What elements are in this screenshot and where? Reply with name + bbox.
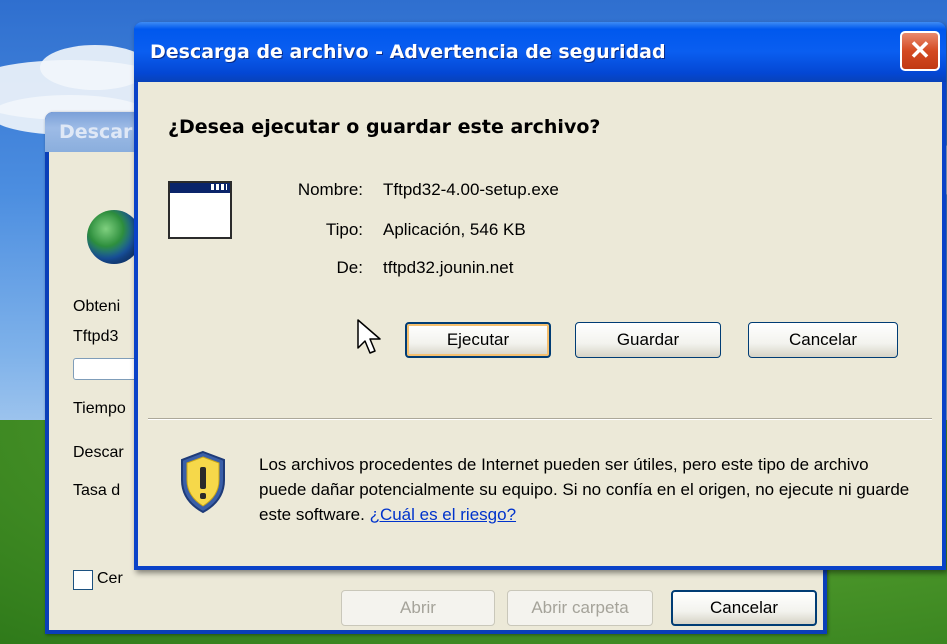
warning-message: Los archivos procedentes de Internet pue… (259, 455, 910, 524)
file-name-label: Nombre: (297, 180, 363, 199)
security-warning-text: Los archivos procedentes de Internet pue… (259, 452, 919, 527)
close-when-done-label: Cer (97, 570, 123, 587)
application-icon (168, 181, 232, 239)
open-button[interactable]: Abrir (341, 590, 495, 626)
close-when-done-checkbox[interactable] (73, 570, 93, 590)
mouse-cursor-icon (357, 319, 381, 354)
download-to-label: Descar (73, 444, 124, 461)
run-button[interactable]: Ejecutar (405, 322, 551, 358)
background-cancel-button[interactable]: Cancelar (671, 590, 817, 626)
time-label: Tiempo (73, 400, 126, 417)
file-source-label: De: (336, 258, 363, 277)
file-name-value: Tftpd32-4.00-setup.exe (383, 180, 559, 199)
globe-icon (87, 210, 141, 264)
dialog-title: Descarga de archivo - Advertencia de seg… (134, 22, 946, 82)
rate-label: Tasa d (73, 482, 121, 499)
download-question: ¿Desea ejecutar o guardar este archivo? (168, 116, 601, 138)
obtaining-label: Obteni (73, 298, 121, 315)
security-warning-dialog: Descarga de archivo - Advertencia de seg… (134, 22, 946, 570)
file-source-value: tftpd32.jounin.net (383, 258, 514, 277)
file-type-value: Aplicación, 546 KB (383, 220, 526, 239)
close-button[interactable]: ✕ (900, 31, 940, 71)
separator (148, 418, 932, 420)
open-folder-button[interactable]: Abrir carpeta (507, 590, 653, 626)
save-button[interactable]: Guardar (575, 322, 721, 358)
dialog-body: ¿Desea ejecutar o guardar este archivo? … (138, 82, 942, 566)
download-filename: Tftpd3 (73, 328, 119, 345)
risk-link[interactable]: ¿Cuál es el riesgo? (370, 505, 516, 524)
file-type-label: Tipo: (325, 220, 363, 239)
cancel-button[interactable]: Cancelar (748, 322, 898, 358)
security-shield-icon (181, 450, 225, 514)
